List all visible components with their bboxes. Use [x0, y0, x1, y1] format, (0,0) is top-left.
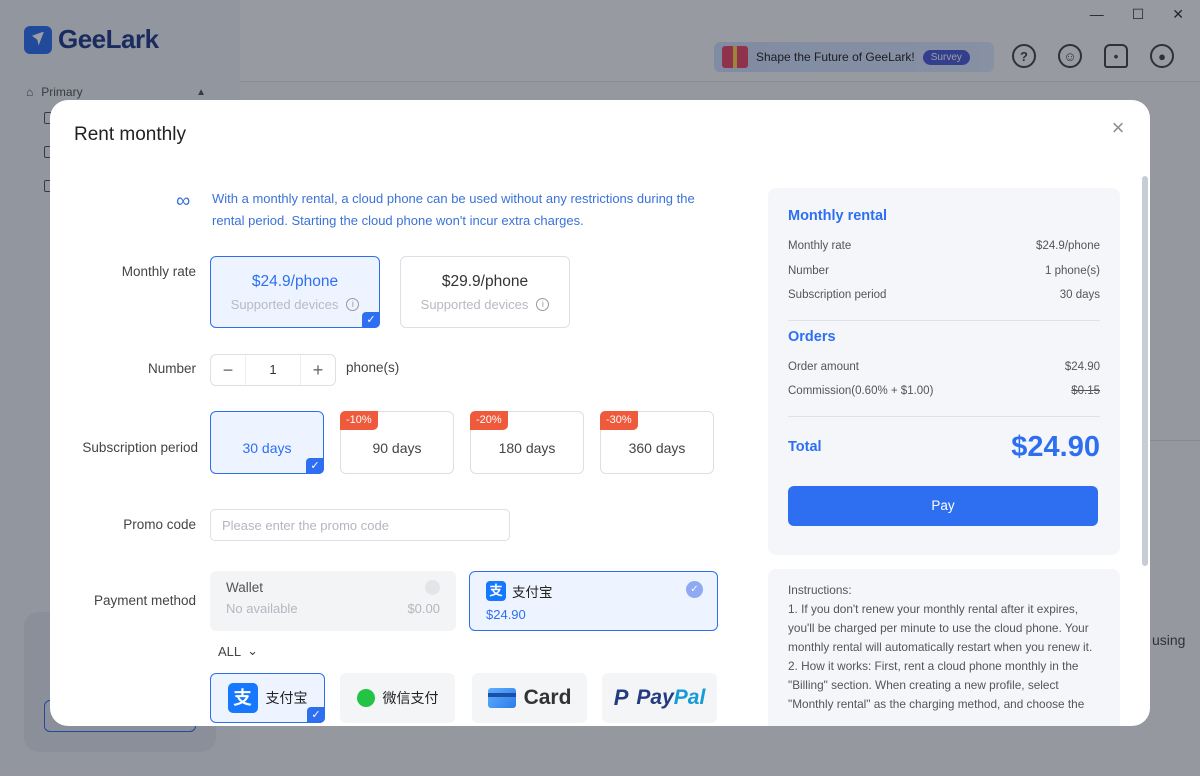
- total-label: Total: [788, 439, 822, 455]
- summary-rental-title: Monthly rental: [788, 208, 888, 224]
- checkmark-icon: ✓: [686, 581, 703, 598]
- row-value: 30 days: [1059, 289, 1100, 302]
- row-value: $24.9/phone: [1036, 240, 1100, 253]
- checkmark-icon: ✓: [306, 458, 324, 474]
- period-30-days[interactable]: 30 days ✓: [210, 411, 324, 474]
- row-label: Monthly rate: [788, 240, 852, 253]
- row-value: $24.90: [1064, 360, 1100, 373]
- rate-price: $24.9/phone: [251, 273, 339, 290]
- divider: [788, 319, 1100, 321]
- label-monthly-rate: Monthly rate: [121, 264, 196, 279]
- row-label: Subscription period: [788, 289, 887, 302]
- summary-row: Monthly rate $24.9/phone: [788, 234, 1100, 259]
- chevron-down-icon: ⌄: [247, 643, 259, 658]
- method-label: 微信支付: [382, 690, 439, 706]
- discount-badge: -10%: [340, 411, 378, 430]
- summary-orders-title: Orders: [788, 328, 836, 345]
- summary-row: Order amount $24.90: [788, 355, 1100, 380]
- summary-row: Subscription period 30 days: [788, 283, 1100, 308]
- alipay-icon: 支: [486, 581, 506, 601]
- row-label: Order amount: [788, 360, 859, 373]
- method-label: PayPal: [636, 686, 706, 709]
- discount-badge: -20%: [470, 411, 508, 430]
- rate-option-24-9[interactable]: $24.9/phone Supported devices i ✓: [210, 256, 380, 328]
- infinity-icon: ∞: [176, 190, 191, 212]
- period-label: 360 days: [628, 440, 686, 456]
- method-label: 支付宝: [265, 690, 308, 706]
- quantity-stepper: − 1 +: [210, 354, 336, 386]
- quantity-unit: phone(s): [346, 360, 400, 375]
- row-label: Number: [788, 264, 829, 277]
- info-note: ∞ With a monthly rental, a cloud phone c…: [176, 188, 716, 232]
- instructions-item: 2. How it works: First, rent a cloud pho…: [788, 659, 1085, 711]
- checkmark-icon: ✓: [362, 312, 380, 328]
- instructions-item: 1. If you don't renew your monthly renta…: [788, 602, 1093, 654]
- row-label: Commission(0.60% + $1.00): [788, 385, 934, 398]
- alipay-icon: 支: [227, 683, 258, 713]
- close-icon[interactable]: ×: [1106, 117, 1130, 142]
- info-text: With a monthly rental, a cloud phone can…: [212, 191, 695, 228]
- alipay-label: 支付宝: [512, 585, 553, 600]
- method-alipay[interactable]: 支 支付宝 ✓: [210, 673, 325, 723]
- promo-code-input[interactable]: [210, 509, 510, 541]
- decrement-button[interactable]: −: [211, 355, 245, 385]
- rate-supported: Supported devices: [230, 297, 339, 312]
- method-wechat-pay[interactable]: 微信支付: [340, 673, 455, 723]
- row-value: 1 phone(s): [1045, 264, 1100, 277]
- increment-button[interactable]: +: [301, 355, 335, 385]
- pay-button[interactable]: Pay: [788, 485, 1098, 526]
- wallet-radio[interactable]: [425, 580, 440, 595]
- wechat-pay-icon: [356, 689, 375, 707]
- label-promo-code: Promo code: [123, 517, 196, 532]
- instructions-panel: Instructions: 1. If you don't renew your…: [768, 569, 1120, 726]
- scrollbar[interactable]: [1142, 176, 1148, 566]
- wallet-status: No available: [226, 601, 298, 616]
- instructions-title: Instructions:: [788, 583, 852, 597]
- label-subscription-period: Subscription period: [82, 440, 198, 455]
- total-row: Total $24.90: [788, 431, 1100, 464]
- period-180-days[interactable]: -20% 180 days: [470, 411, 584, 474]
- method-label: Card: [523, 686, 572, 709]
- info-icon[interactable]: i: [346, 298, 360, 311]
- all-label: ALL: [218, 643, 242, 659]
- rent-monthly-dialog: Rent monthly × ∞ With a monthly rental, …: [50, 100, 1150, 726]
- alipay-option-selected[interactable]: 支支付宝 $24.90 ✓: [469, 571, 718, 631]
- method-card[interactable]: Card: [472, 673, 587, 723]
- paypal-icon: P: [613, 685, 629, 710]
- alipay-amount: $24.90: [486, 607, 526, 622]
- rate-supported: Supported devices: [420, 297, 529, 312]
- card-icon: [487, 688, 516, 708]
- period-90-days[interactable]: -10% 90 days: [340, 411, 454, 474]
- wallet-option[interactable]: Wallet No available $0.00: [210, 571, 456, 631]
- divider: [788, 415, 1100, 417]
- quantity-value[interactable]: 1: [245, 355, 301, 385]
- period-label: 180 days: [498, 440, 556, 456]
- dialog-title: Rent monthly: [74, 124, 186, 145]
- summary-row: Number 1 phone(s): [788, 259, 1100, 284]
- rate-price: $29.9/phone: [441, 273, 529, 290]
- period-label: 90 days: [372, 440, 422, 456]
- period-label: 30 days: [242, 440, 292, 456]
- info-icon[interactable]: i: [536, 298, 550, 311]
- order-summary: Monthly rental Monthly rate $24.9/phone N…: [768, 188, 1120, 555]
- checkmark-icon: ✓: [307, 707, 325, 723]
- period-360-days[interactable]: -30% 360 days: [600, 411, 714, 474]
- total-value: $24.90: [1011, 430, 1100, 463]
- label-number: Number: [147, 361, 196, 376]
- summary-row: Commission(0.60% + $1.00) $0.15: [788, 379, 1100, 404]
- label-payment-method: Payment method: [93, 593, 196, 608]
- commission-value: $0.15: [1071, 385, 1100, 398]
- rate-option-29-9[interactable]: $29.9/phone Supported devices i: [400, 256, 570, 328]
- discount-badge: -30%: [600, 411, 638, 430]
- method-paypal[interactable]: P PayPal: [602, 673, 717, 723]
- all-methods-toggle[interactable]: ALL ⌄: [218, 643, 258, 659]
- wallet-amount: $0.00: [407, 601, 440, 616]
- wallet-label: Wallet: [226, 580, 264, 595]
